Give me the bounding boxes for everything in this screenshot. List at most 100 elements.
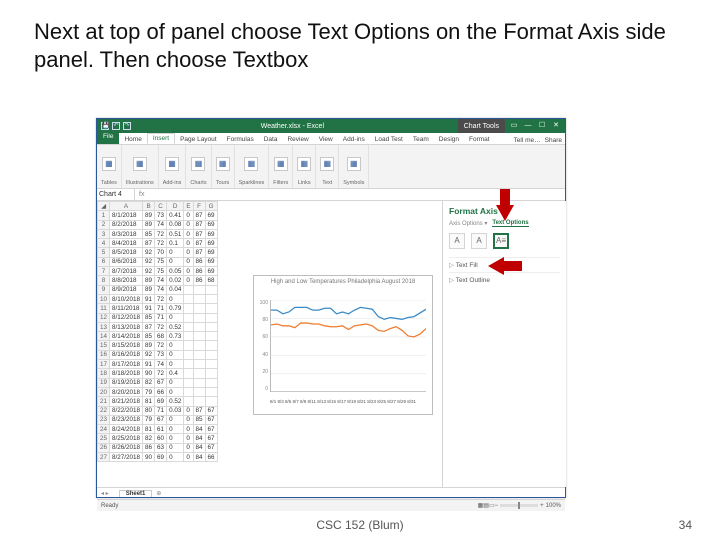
col-header[interactable]: F xyxy=(193,202,205,211)
ribbon-group-symbols[interactable]: ▦Symbols xyxy=(339,145,369,188)
cell[interactable]: 0 xyxy=(167,415,184,424)
cell[interactable]: 71 xyxy=(155,406,167,415)
text-outline-section[interactable]: Text Outline xyxy=(449,272,560,287)
cell[interactable]: 67 xyxy=(205,434,217,443)
cell[interactable]: 8/25/2018 xyxy=(110,434,143,443)
row-header[interactable]: 24 xyxy=(98,425,110,434)
ribbon-icon[interactable]: ▦ xyxy=(102,157,116,171)
cell[interactable]: 8/6/2018 xyxy=(110,257,143,266)
text-options-tab[interactable]: Text Options xyxy=(492,220,528,227)
cell[interactable]: 74 xyxy=(155,220,167,229)
cell[interactable]: 8/19/2018 xyxy=(110,378,143,387)
cell[interactable]: 82 xyxy=(143,434,155,443)
cell[interactable]: 81 xyxy=(143,425,155,434)
cell[interactable]: 85 xyxy=(143,313,155,322)
cell[interactable]: 0.73 xyxy=(167,332,184,341)
cell[interactable] xyxy=(205,369,217,378)
row-header[interactable]: 8 xyxy=(98,276,110,285)
cell[interactable]: 0 xyxy=(184,453,193,462)
cell[interactable]: 69 xyxy=(205,239,217,248)
new-sheet-icon[interactable]: ⊕ xyxy=(152,490,165,497)
cell[interactable]: 71 xyxy=(155,313,167,322)
cell[interactable]: 70 xyxy=(155,248,167,257)
cell[interactable]: 86 xyxy=(143,443,155,452)
cell[interactable]: 68 xyxy=(205,276,217,285)
cell[interactable]: 67 xyxy=(205,443,217,452)
cell[interactable]: 89 xyxy=(143,220,155,229)
cell[interactable]: 69 xyxy=(205,267,217,276)
ribbon-icon[interactable]: ▦ xyxy=(320,157,334,171)
cell[interactable] xyxy=(193,387,205,396)
name-box[interactable]: Chart 4 xyxy=(97,189,135,200)
cell[interactable]: 0.52 xyxy=(167,397,184,406)
cell[interactable] xyxy=(193,294,205,303)
cell[interactable] xyxy=(193,313,205,322)
embedded-chart[interactable]: High and Low Temperatures Philadelphia A… xyxy=(253,275,433,415)
cell[interactable]: 91 xyxy=(143,360,155,369)
fx-icon[interactable]: fx xyxy=(135,189,144,200)
cell[interactable]: 0 xyxy=(167,378,184,387)
cell[interactable]: 69 xyxy=(155,453,167,462)
cell[interactable]: 0.04 xyxy=(167,285,184,294)
cell[interactable]: 91 xyxy=(143,294,155,303)
cell[interactable] xyxy=(184,397,193,406)
row-header[interactable]: 4 xyxy=(98,239,110,248)
cell[interactable]: 92 xyxy=(143,257,155,266)
cell[interactable]: 92 xyxy=(143,248,155,257)
cell[interactable]: 92 xyxy=(143,350,155,359)
cell[interactable]: 0 xyxy=(184,415,193,424)
cell[interactable]: 75 xyxy=(155,267,167,276)
ribbon-options-icon[interactable]: ▭ xyxy=(508,121,520,131)
ribbon-icon[interactable]: ▦ xyxy=(133,157,147,171)
row-header[interactable]: 2 xyxy=(98,220,110,229)
col-header[interactable]: G xyxy=(205,202,217,211)
cell[interactable]: 81 xyxy=(143,397,155,406)
cell[interactable]: 71 xyxy=(155,304,167,313)
cell[interactable]: 86 xyxy=(193,276,205,285)
select-all[interactable]: ◢ xyxy=(98,202,110,211)
ribbon-group-sparklines[interactable]: ▦Sparklines xyxy=(235,145,270,188)
cell[interactable]: 0 xyxy=(167,248,184,257)
redo-icon[interactable]: ↷ xyxy=(123,122,131,130)
cell[interactable]: 63 xyxy=(155,443,167,452)
textbox-icon[interactable]: A≡ xyxy=(493,233,509,249)
cell[interactable]: 0 xyxy=(167,341,184,350)
cell[interactable]: 72 xyxy=(155,341,167,350)
cell[interactable]: 85 xyxy=(143,229,155,238)
cell[interactable]: 0.51 xyxy=(167,229,184,238)
cell[interactable] xyxy=(205,360,217,369)
maximize-icon[interactable]: ☐ xyxy=(536,121,548,131)
cell[interactable]: 8/23/2018 xyxy=(110,415,143,424)
col-header[interactable]: B xyxy=(143,202,155,211)
text-fill-outline-icon[interactable]: A xyxy=(449,233,465,249)
cell[interactable]: 72 xyxy=(155,369,167,378)
cell[interactable]: 87 xyxy=(193,211,205,220)
cell[interactable]: 0.1 xyxy=(167,239,184,248)
cell[interactable]: 85 xyxy=(193,415,205,424)
cell[interactable] xyxy=(193,350,205,359)
cell[interactable]: 72 xyxy=(155,322,167,331)
ribbon-group-text[interactable]: ▦Text xyxy=(316,145,339,188)
cell[interactable]: 8/10/2018 xyxy=(110,294,143,303)
cell-grid[interactable]: ◢ABCDEFG18/1/201889730.410876928/2/20188… xyxy=(97,201,218,487)
cell[interactable]: 66 xyxy=(155,387,167,396)
ribbon-group-filters[interactable]: ▦Filters xyxy=(269,145,293,188)
tab-design[interactable]: Design xyxy=(434,135,464,144)
ribbon-icon[interactable]: ▦ xyxy=(274,157,288,171)
ribbon-group-links[interactable]: ▦Links xyxy=(293,145,316,188)
cell[interactable]: 8/2/2018 xyxy=(110,220,143,229)
cell[interactable]: 0.08 xyxy=(167,220,184,229)
cell[interactable]: 0.03 xyxy=(167,406,184,415)
cell[interactable]: 0 xyxy=(167,443,184,452)
cell[interactable]: 0 xyxy=(167,350,184,359)
cell[interactable]: 73 xyxy=(155,350,167,359)
cell[interactable] xyxy=(205,322,217,331)
cell[interactable]: 69 xyxy=(205,220,217,229)
cell[interactable] xyxy=(205,378,217,387)
cell[interactable]: 90 xyxy=(143,369,155,378)
cell[interactable]: 84 xyxy=(193,443,205,452)
cell[interactable]: 79 xyxy=(143,387,155,396)
cell[interactable]: 8/26/2018 xyxy=(110,443,143,452)
ribbon-icon[interactable]: ▦ xyxy=(347,157,361,171)
cell[interactable] xyxy=(184,285,193,294)
